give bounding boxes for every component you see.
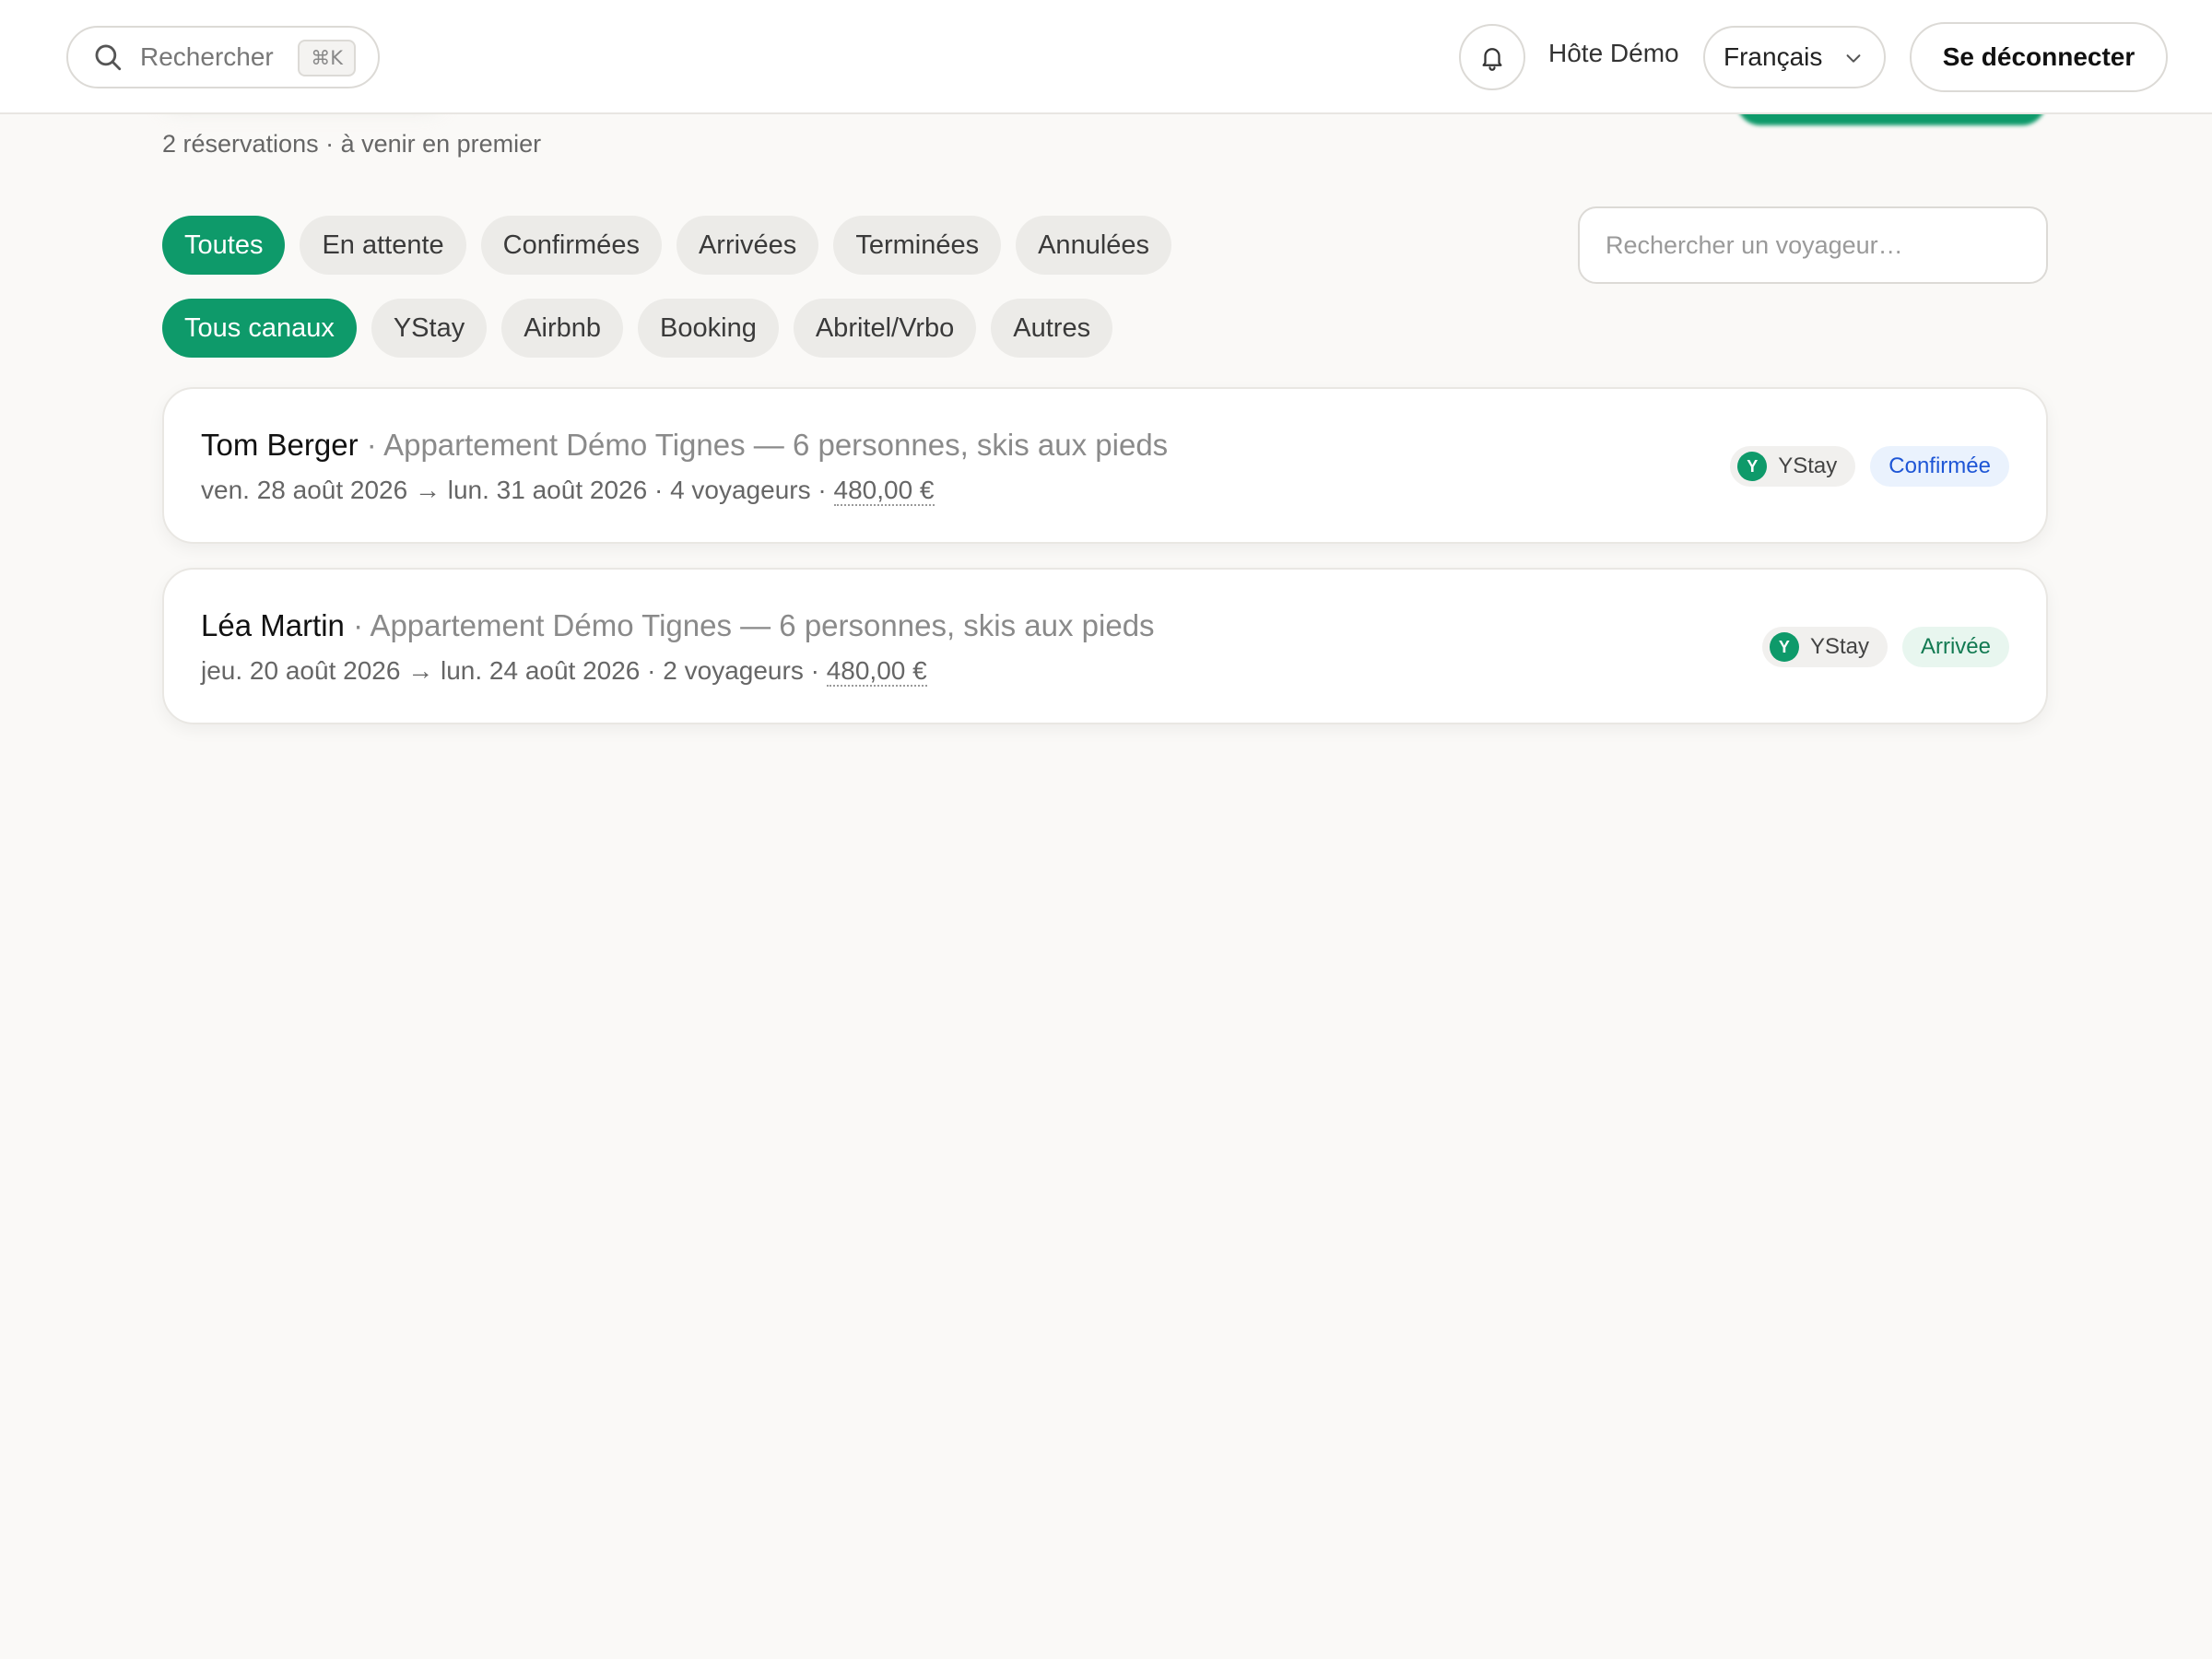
guest-name: Léa Martin: [201, 608, 345, 642]
reservation-price: 480,00 €: [833, 476, 935, 506]
traveler-search-input[interactable]: Rechercher un voyageur…: [1578, 206, 2048, 284]
reservation-details: ven. 28 août 2026 → lun. 31 août 2026 · …: [201, 476, 935, 506]
filter-status-arrived[interactable]: Arrivées: [676, 216, 819, 275]
property-name: Appartement Démo Tignes — 6 personnes, s…: [370, 608, 1155, 642]
reservation-details: jeu. 20 août 2026 → lun. 24 août 2026 · …: [201, 656, 927, 687]
separator: ·: [810, 476, 834, 504]
filter-status-pending[interactable]: En attente: [300, 216, 466, 275]
traveler-count: 4 voyageurs: [670, 476, 811, 504]
channel-filter-bar: Tous canaux YStay Airbnb Booking Abritel…: [162, 299, 1113, 358]
ystay-logo-icon: Y: [1769, 632, 1799, 662]
filter-status-confirmed[interactable]: Confirmées: [480, 216, 662, 275]
separator: ·: [803, 656, 827, 685]
channel-name: YStay: [1809, 634, 1869, 659]
channel-name: YStay: [1778, 453, 1838, 478]
channel-badge: Y YStay: [1761, 627, 1888, 667]
reservation-badges: Y YStay Confirmée: [1730, 446, 2009, 487]
guest-name: Tom Berger: [201, 428, 359, 462]
reservation-card[interactable]: Léa Martin · Appartement Démo Tignes — 6…: [162, 568, 2048, 724]
filter-channel-booking[interactable]: Booking: [638, 299, 779, 358]
separator: ·: [640, 656, 664, 685]
stay-dates: jeu. 20 août 2026 → lun. 24 août 2026: [201, 656, 641, 685]
global-search[interactable]: Rechercher ⌘K: [66, 26, 380, 88]
traveler-count: 2 voyageurs: [663, 656, 804, 685]
status-badge: Confirmée: [1870, 446, 2009, 487]
language-select-value: Français: [1724, 42, 1823, 71]
top-bar: Rechercher ⌘K Hôte Démo Français Se déco…: [0, 0, 2212, 114]
filter-status-completed[interactable]: Terminées: [833, 216, 1002, 275]
separator: ·: [647, 476, 671, 504]
global-search-placeholder: Rechercher: [140, 42, 274, 71]
filter-status-cancelled[interactable]: Annulées: [1016, 216, 1172, 275]
stay-dates: ven. 28 août 2026 → lun. 31 août 2026: [201, 476, 648, 504]
reservation-price: 480,00 €: [826, 656, 927, 687]
search-shortcut-hint: ⌘K: [298, 40, 356, 76]
bell-icon: [1482, 48, 1502, 71]
status-filter-bar: Toutes En attente Confirmées Arrivées Te…: [162, 216, 1172, 275]
reservation-title: Tom Berger · Appartement Démo Tignes — 6…: [201, 428, 1168, 463]
host-name: Hôte Démo: [1548, 39, 1679, 67]
separator: ·: [358, 428, 384, 462]
filter-channel-ystay[interactable]: YStay: [371, 299, 488, 358]
notifications-button[interactable]: [1459, 24, 1525, 90]
reservation-card[interactable]: Tom Berger · Appartement Démo Tignes — 6…: [162, 387, 2048, 544]
filter-channel-airbnb[interactable]: Airbnb: [501, 299, 624, 358]
chevron-down-icon: [1846, 54, 1861, 63]
separator: ·: [344, 608, 371, 642]
ystay-logo-icon: Y: [1737, 452, 1768, 481]
language-select[interactable]: Français: [1703, 26, 1886, 88]
filter-channel-abritel[interactable]: Abritel/Vrbo: [793, 299, 977, 358]
property-name: Appartement Démo Tignes — 6 personnes, s…: [383, 428, 1169, 462]
search-icon: [95, 44, 122, 71]
reservations-count: 2 réservations · à venir en premier: [162, 130, 542, 158]
filter-channel-all[interactable]: Tous canaux: [162, 299, 357, 358]
logout-button[interactable]: Se déconnecter: [1910, 22, 2168, 92]
filter-status-all[interactable]: Toutes: [162, 216, 286, 275]
reservation-title: Léa Martin · Appartement Démo Tignes — 6…: [201, 608, 1155, 643]
reservation-badges: Y YStay Arrivée: [1761, 627, 2009, 667]
channel-badge: Y YStay: [1730, 446, 1856, 487]
filter-channel-other[interactable]: Autres: [991, 299, 1113, 358]
status-badge: Arrivée: [1901, 627, 2009, 667]
